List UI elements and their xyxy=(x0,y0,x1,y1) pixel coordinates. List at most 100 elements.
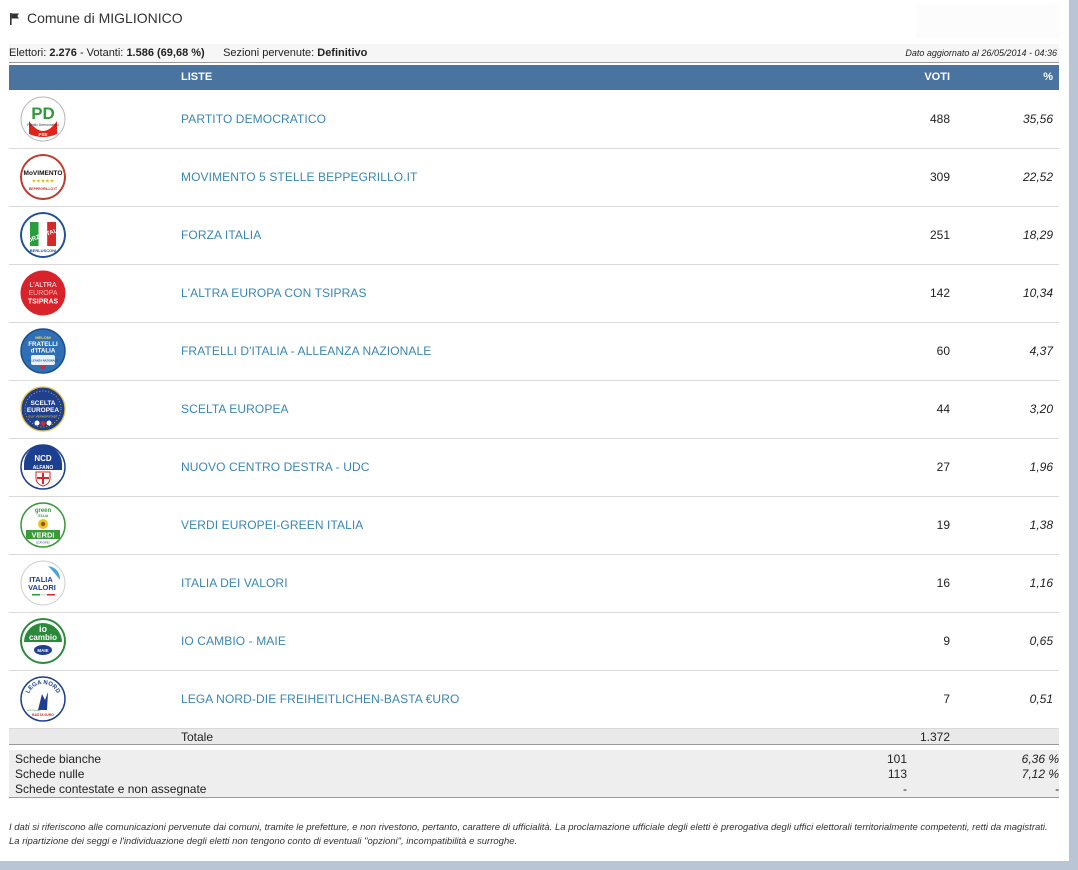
votes-cell: 7 xyxy=(943,692,950,706)
fi-logo: FORZA ITALIA BERLUSCONI xyxy=(20,212,66,258)
svg-text:ITALIA: ITALIA xyxy=(38,514,49,518)
svg-text:BASTA €URO: BASTA €URO xyxy=(32,713,54,717)
percent-cell: 35,56 xyxy=(1022,112,1053,126)
percent-cell: 1,96 xyxy=(1029,460,1053,474)
svg-text:EUROPEI: EUROPEI xyxy=(36,541,50,545)
percent-cell: 4,37 xyxy=(1029,344,1053,358)
percent-cell: 18,29 xyxy=(1022,228,1053,242)
iocambio-logo: io cambio MAIE xyxy=(20,618,66,664)
svg-text:PD: PD xyxy=(31,104,55,123)
votes-cell: 27 xyxy=(936,460,950,474)
total-value: 1.372 xyxy=(919,730,950,744)
table-row: LEGA NORD BASTA €URO AUTONOMIE LEGA NORD… xyxy=(9,671,1059,729)
svg-text:★★★★★: ★★★★★ xyxy=(32,179,55,185)
idv-logo: ITALIA VALORI xyxy=(20,560,66,606)
results-table-body: PD Partito Democratico PSE PARTITO DEMOC… xyxy=(9,91,1059,729)
list-link-fi[interactable]: FORZA ITALIA xyxy=(181,228,261,242)
m5s-logo: MoVIMENTO ★★★★★ BEPPEGRILLO.IT xyxy=(20,154,66,200)
table-row: NCD ALFANO NUOVO CENTRO DESTRA - UDC 27 … xyxy=(9,439,1059,497)
schede-percent: - xyxy=(1055,782,1059,796)
page-title-text: Comune di MIGLIONICO xyxy=(27,10,183,26)
results-table-header: LISTE VOTI % xyxy=(9,65,1059,90)
right-frame-border xyxy=(1069,0,1078,870)
column-header-percent: % xyxy=(1043,71,1053,83)
percent-cell: 0,51 xyxy=(1029,692,1053,706)
verdi-logo: green ITALIA VERDI EUROPEI xyxy=(20,502,66,548)
votes-cell: 60 xyxy=(936,344,950,358)
column-header-liste: LISTE xyxy=(181,71,213,83)
lega-logo: LEGA NORD BASTA €URO AUTONOMIE xyxy=(20,676,66,722)
table-row: SCELTA EUROPEA GUY VERHOFSTADT SCELTA EU… xyxy=(9,381,1059,439)
percent-cell: 3,20 xyxy=(1029,402,1053,416)
votes-cell: 488 xyxy=(929,112,950,126)
svg-text:cambio: cambio xyxy=(29,633,57,642)
column-header-voti: VOTI xyxy=(924,71,950,83)
schede-row-contestate: Schede contestate e non assegnate - - xyxy=(9,782,1059,797)
sezioni-value: Definitivo xyxy=(317,47,368,59)
table-row: green ITALIA VERDI EUROPEI VERDI EUROPEI… xyxy=(9,497,1059,555)
svg-text:EUROPEA: EUROPEA xyxy=(27,407,59,414)
svg-text:Partito Democratico: Partito Democratico xyxy=(27,123,59,127)
schede-row-bianche: Schede bianche 101 6,36 % xyxy=(9,752,1059,767)
fdi-logo: MELONI FRATELLI d'ITALIA ALLEANZA NAZION… xyxy=(20,328,66,374)
table-row: PD Partito Democratico PSE PARTITO DEMOC… xyxy=(9,91,1059,149)
table-row: MELONI FRATELLI d'ITALIA ALLEANZA NAZION… xyxy=(9,323,1059,381)
turnout-info: Elettori: 2.276 - Votanti: 1.586 (69,68 … xyxy=(9,47,367,59)
schede-percent: 7,12 % xyxy=(1021,767,1059,781)
schede-summary: Schede bianche 101 6,36 % Schede nulle 1… xyxy=(9,750,1059,798)
list-link-scelta[interactable]: SCELTA EUROPEA xyxy=(181,402,289,416)
total-label: Totale xyxy=(181,730,214,744)
svg-text:NCD: NCD xyxy=(34,454,52,463)
svg-text:d'ITALIA: d'ITALIA xyxy=(31,348,56,355)
list-link-iocambio[interactable]: IO CAMBIO - MAIE xyxy=(181,634,286,648)
scelta-logo: SCELTA EUROPEA GUY VERHOFSTADT xyxy=(20,386,66,432)
list-link-idv[interactable]: ITALIA DEI VALORI xyxy=(181,576,288,590)
schede-percent: 6,36 % xyxy=(1021,752,1059,766)
list-link-lega[interactable]: LEGA NORD-DIE FREIHEITLICHEN-BASTA €URO xyxy=(181,692,459,706)
schede-label: Schede contestate e non assegnate xyxy=(15,782,207,796)
votes-cell: 9 xyxy=(943,634,950,648)
page-title: Comune di MIGLIONICO xyxy=(9,9,183,27)
schede-value: 113 xyxy=(887,767,907,781)
list-link-tsipras[interactable]: L'ALTRA EUROPA CON TSIPRAS xyxy=(181,286,367,300)
votes-cell: 19 xyxy=(936,518,950,532)
pd-logo: PD Partito Democratico PSE xyxy=(20,96,66,142)
list-link-pd[interactable]: PARTITO DEMOCRATICO xyxy=(181,112,326,126)
schede-value: - xyxy=(903,782,907,796)
svg-text:AUTONOMIE: AUTONOMIE xyxy=(27,709,41,712)
tsipras-logo: L'ALTRA EUROPA TSIPRAS xyxy=(20,270,66,316)
header-ghost-box xyxy=(916,4,1060,38)
list-link-verdi[interactable]: VERDI EUROPEI-GREEN ITALIA xyxy=(181,518,363,532)
percent-cell: 0,65 xyxy=(1029,634,1053,648)
svg-text:L'ALTRA: L'ALTRA xyxy=(29,282,57,289)
votanti-value: 1.586 (69,68 %) xyxy=(126,47,205,59)
table-row: MoVIMENTO ★★★★★ BEPPEGRILLO.IT MOVIMENTO… xyxy=(9,149,1059,207)
votes-cell: 142 xyxy=(929,286,950,300)
total-row: Totale 1.372 xyxy=(9,729,1059,745)
svg-text:GUY VERHOFSTADT: GUY VERHOFSTADT xyxy=(28,415,58,419)
svg-text:MELONI: MELONI xyxy=(35,335,51,340)
svg-text:VALORI: VALORI xyxy=(28,583,56,592)
percent-cell: 10,34 xyxy=(1022,286,1053,300)
bottom-frame-border xyxy=(0,861,1078,870)
svg-text:ALFANO: ALFANO xyxy=(33,465,54,471)
svg-text:BERLUSCONI: BERLUSCONI xyxy=(30,248,56,253)
elettori-label: Elettori: xyxy=(9,47,47,59)
update-timestamp: Dato aggiornato al 26/05/2014 - 04:36 xyxy=(905,48,1057,58)
list-link-m5s[interactable]: MOVIMENTO 5 STELLE BEPPEGRILLO.IT xyxy=(181,170,417,184)
svg-text:VERDI: VERDI xyxy=(32,531,55,540)
list-link-fdi[interactable]: FRATELLI D'ITALIA - ALLEANZA NAZIONALE xyxy=(181,344,431,358)
svg-text:ALLEANZA NAZIONALE: ALLEANZA NAZIONALE xyxy=(28,359,58,363)
votes-cell: 309 xyxy=(929,170,950,184)
table-row: FORZA ITALIA BERLUSCONI FORZA ITALIA 251… xyxy=(9,207,1059,265)
svg-text:PSE: PSE xyxy=(38,132,47,137)
list-link-ncd[interactable]: NUOVO CENTRO DESTRA - UDC xyxy=(181,460,370,474)
schede-row-nulle: Schede nulle 113 7,12 % xyxy=(9,767,1059,782)
elettori-value: 2.276 xyxy=(49,47,77,59)
percent-cell: 1,16 xyxy=(1029,576,1053,590)
schede-value: 101 xyxy=(886,752,907,766)
flag-icon xyxy=(10,12,19,25)
svg-text:TSIPRAS: TSIPRAS xyxy=(28,299,59,306)
disclaimer-footnote: I dati si riferiscono alle comunicazioni… xyxy=(9,822,1048,847)
schede-label: Schede bianche xyxy=(15,752,102,766)
